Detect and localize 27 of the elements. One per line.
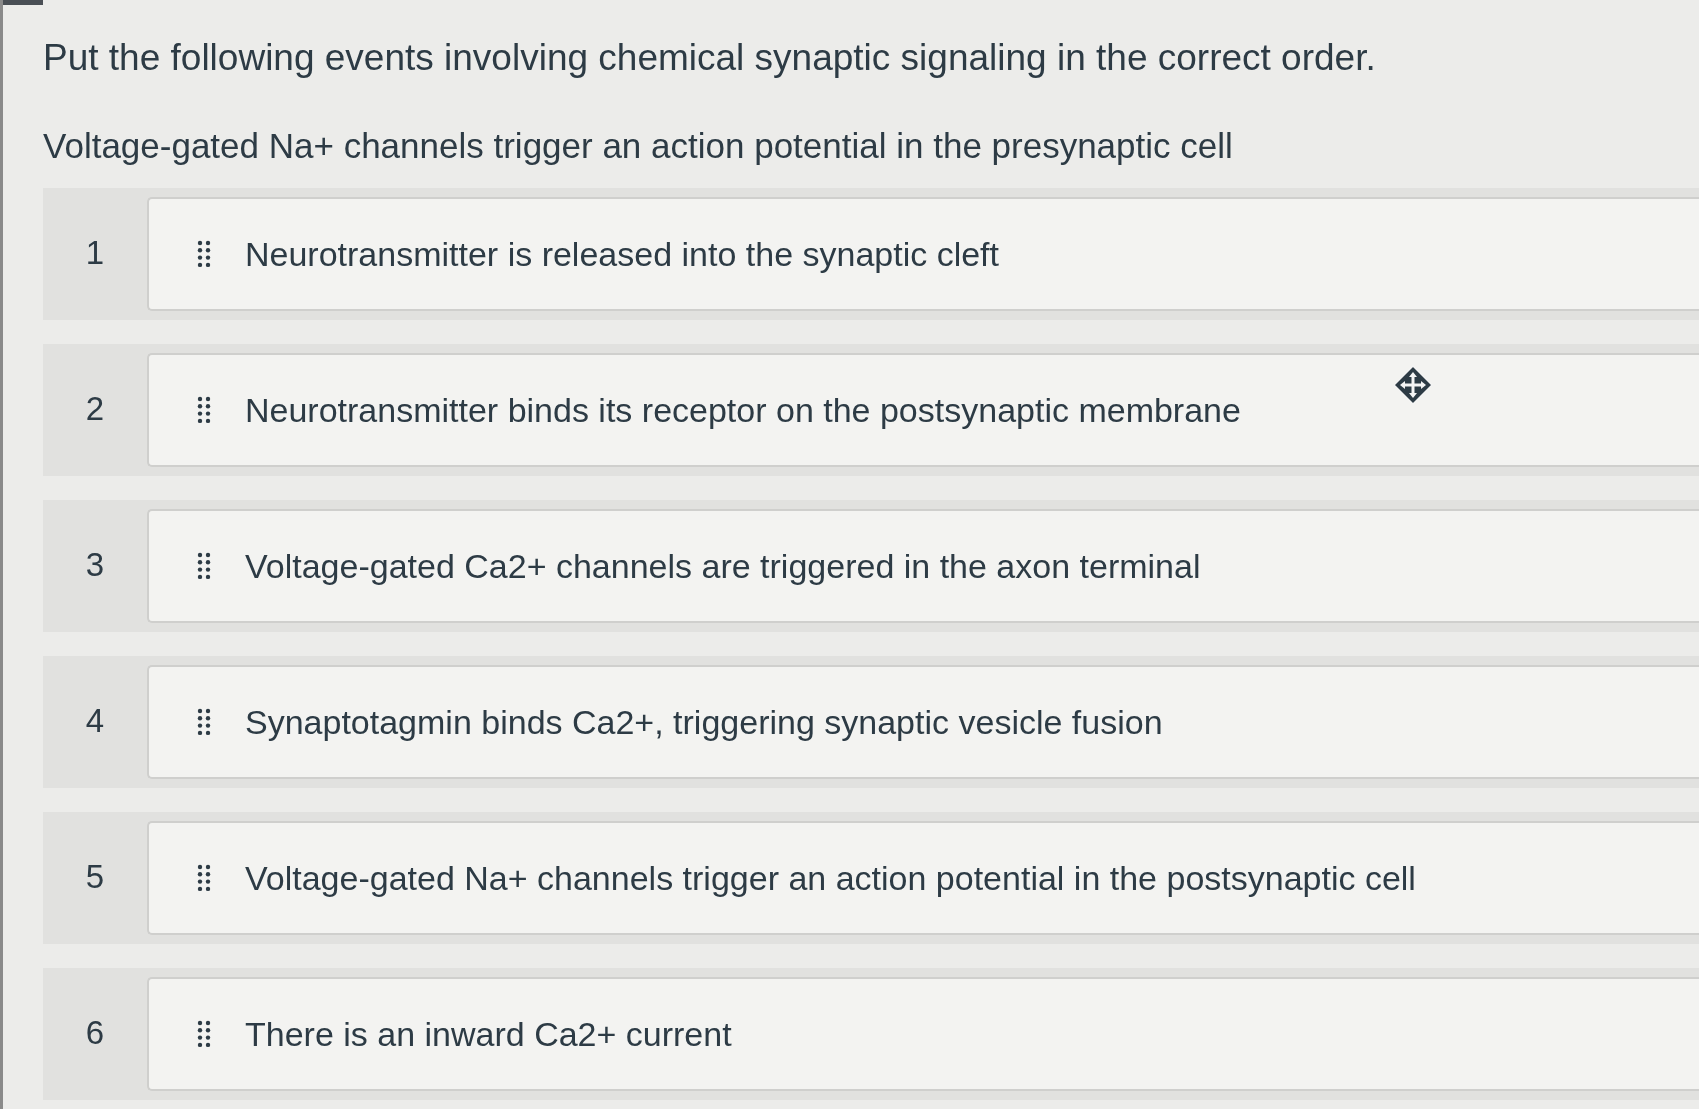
drag-handle-icon[interactable] bbox=[197, 396, 211, 424]
order-number: 1 bbox=[84, 234, 106, 272]
answer-text: Synaptotagmin binds Ca2+, triggering synaptic vesicle fusion bbox=[245, 702, 1163, 742]
draggable-answer-card[interactable]: Neurotransmitter binds its receptor on the postsynaptic membrane bbox=[147, 353, 1699, 467]
answer-text: Neurotransmitter binds its receptor on the postsynaptic membrane bbox=[245, 390, 1241, 430]
move-cursor-icon bbox=[1393, 365, 1433, 405]
draggable-answer-card[interactable]: Neurotransmitter is released into the synaptic cleft bbox=[147, 197, 1699, 311]
answer-text: Voltage-gated Ca2+ channels are triggered in the axon terminal bbox=[245, 546, 1201, 586]
draggable-answer-card[interactable]: There is an inward Ca2+ current bbox=[147, 977, 1699, 1091]
drag-handle-icon[interactable] bbox=[197, 552, 211, 580]
drag-handle-icon[interactable] bbox=[197, 1020, 211, 1048]
draggable-answer-card[interactable]: Voltage-gated Na+ channels trigger an action potential in the postsynaptic cell bbox=[147, 821, 1699, 935]
drag-handle-icon[interactable] bbox=[197, 240, 211, 268]
drag-handle-icon[interactable] bbox=[197, 708, 211, 736]
order-number: 3 bbox=[84, 546, 106, 584]
order-number: 4 bbox=[84, 702, 106, 740]
draggable-answer-card[interactable]: Synaptotagmin binds Ca2+, triggering synaptic vesicle fusion bbox=[147, 665, 1699, 779]
order-number: 2 bbox=[84, 390, 106, 428]
draggable-answer-card[interactable]: Voltage-gated Ca2+ channels are triggered in the axon terminal bbox=[147, 509, 1699, 623]
answer-text: There is an inward Ca2+ current bbox=[245, 1014, 732, 1054]
order-number: 6 bbox=[84, 1014, 106, 1052]
question-prompt: Put the following events involving chemical synaptic signaling in the correct order. bbox=[43, 36, 1377, 80]
answer-text: Voltage-gated Na+ channels trigger an action potential in the postsynaptic cell bbox=[245, 858, 1416, 898]
drag-handle-icon[interactable] bbox=[197, 864, 211, 892]
answer-text: Neurotransmitter is released into the synaptic cleft bbox=[245, 234, 999, 274]
fixed-first-event: Voltage-gated Na+ channels trigger an action potential in the presynaptic cell bbox=[43, 125, 1234, 167]
order-number: 5 bbox=[84, 858, 106, 896]
